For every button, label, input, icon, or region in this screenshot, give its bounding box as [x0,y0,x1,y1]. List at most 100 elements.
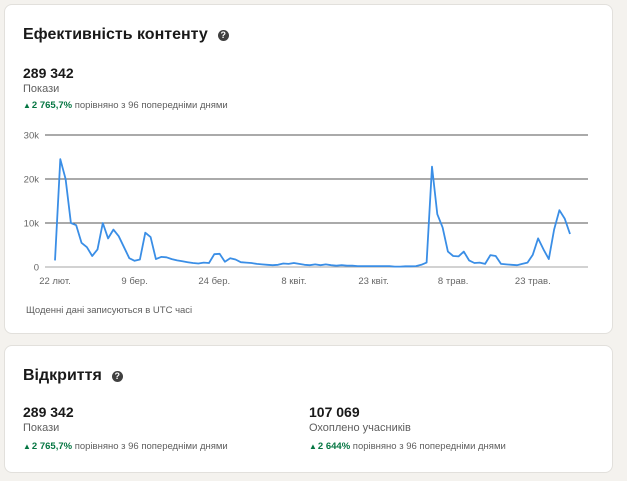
data-point[interactable] [372,264,376,268]
data-point[interactable] [180,259,184,263]
data-point[interactable] [409,264,413,268]
data-point[interactable] [85,245,89,249]
data-point[interactable] [318,263,322,267]
data-point[interactable] [143,231,147,235]
data-point[interactable] [472,261,476,265]
data-point[interactable] [520,262,524,266]
data-point[interactable] [403,264,407,268]
data-point[interactable] [303,263,307,267]
data-point[interactable] [308,263,312,267]
data-point[interactable] [350,264,354,268]
data-point[interactable] [212,252,216,256]
data-point[interactable] [435,212,439,216]
data-point[interactable] [127,256,131,260]
data-point[interactable] [255,262,259,266]
data-point[interactable] [557,208,561,212]
data-point[interactable] [159,255,163,259]
data-point[interactable] [239,260,243,264]
data-point[interactable] [244,261,248,265]
data-point[interactable] [95,247,99,251]
data-point[interactable] [117,234,121,238]
impressions-series-line[interactable] [54,158,571,268]
data-point[interactable] [356,264,360,268]
data-point[interactable] [552,228,556,232]
data-point[interactable] [138,258,142,262]
data-point[interactable] [74,223,78,227]
data-point[interactable] [271,263,275,267]
impressions-line-chart[interactable]: 0 10k 20k 30k 22 лют. 9 бер. 24 бер. 8 квіт. 23 … [5,125,614,295]
data-point[interactable] [207,261,211,265]
data-point[interactable] [287,262,291,266]
data-point[interactable] [186,260,190,264]
data-point[interactable] [499,262,503,266]
data-point[interactable] [563,217,567,221]
data-point[interactable] [106,236,110,240]
data-point[interactable] [430,165,434,169]
data-point[interactable] [265,263,269,267]
data-point[interactable] [292,261,296,265]
data-point[interactable] [111,228,115,232]
data-point[interactable] [494,254,498,258]
data-point[interactable] [281,261,285,265]
data-point[interactable] [446,250,450,254]
data-point[interactable] [451,254,455,258]
data-point[interactable] [515,263,519,267]
data-point[interactable] [568,232,572,236]
data-point[interactable] [419,263,423,267]
data-point[interactable] [122,245,126,249]
data-point[interactable] [488,253,492,257]
data-point[interactable] [64,177,68,181]
data-point[interactable] [536,236,540,240]
data-point[interactable] [387,264,391,268]
data-point[interactable] [218,252,222,256]
data-point[interactable] [467,258,471,262]
data-point[interactable] [202,261,206,265]
data-point[interactable] [53,258,57,262]
data-point[interactable] [334,264,338,268]
data-point[interactable] [58,157,62,161]
data-point[interactable] [170,257,174,261]
data-point[interactable] [457,254,461,258]
help-icon[interactable]: ? [111,370,123,382]
data-point[interactable] [69,221,73,225]
data-point[interactable] [361,264,365,268]
data-point[interactable] [345,264,349,268]
data-point[interactable] [531,253,535,257]
data-point[interactable] [329,263,333,267]
data-point[interactable] [398,265,402,269]
data-point[interactable] [133,259,137,263]
data-point[interactable] [260,262,264,266]
data-point[interactable] [297,262,301,266]
data-point[interactable] [154,257,158,261]
data-point[interactable] [441,225,445,229]
data-point[interactable] [191,261,195,265]
data-point[interactable] [196,261,200,265]
data-point[interactable] [80,241,84,245]
data-point[interactable] [462,250,466,254]
data-point[interactable] [313,262,317,266]
data-point[interactable] [164,255,168,259]
data-point[interactable] [510,263,514,267]
data-point[interactable] [483,262,487,266]
data-point[interactable] [541,247,545,251]
data-point[interactable] [234,258,238,262]
data-point[interactable] [547,257,551,261]
data-point[interactable] [425,261,429,265]
data-point[interactable] [249,261,253,265]
data-point[interactable] [504,262,508,266]
data-point[interactable] [414,264,418,268]
data-point[interactable] [90,254,94,258]
data-point[interactable] [526,261,530,265]
data-point[interactable] [393,265,397,269]
data-point[interactable] [377,264,381,268]
data-point[interactable] [149,235,153,239]
data-point[interactable] [340,263,344,267]
data-point[interactable] [223,260,227,264]
data-point[interactable] [366,264,370,268]
data-point[interactable] [101,221,105,225]
data-point[interactable] [382,264,386,268]
help-icon[interactable]: ? [217,29,229,41]
data-point[interactable] [478,261,482,265]
data-point[interactable] [175,258,179,262]
data-point[interactable] [276,263,280,267]
